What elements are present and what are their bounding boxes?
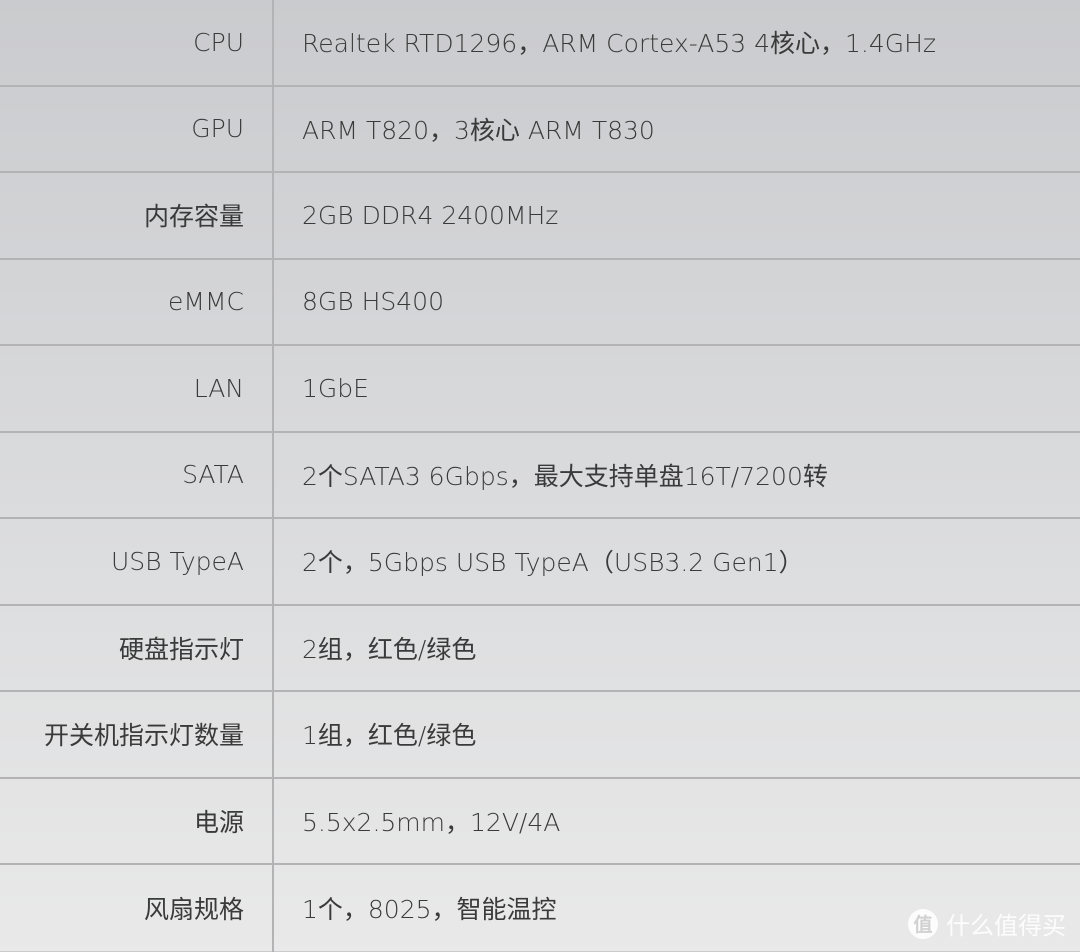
spec-value: 2个SATA3 6Gbps，最大支持单盘16T/7200转 <box>302 461 828 491</box>
spec-label: USB TypeA <box>0 519 274 604</box>
spec-table: CPU Realtek RTD1296，ARM Cortex-A53 4核心，1.… <box>0 0 1080 952</box>
watermark-logo-icon: 值 <box>908 908 938 939</box>
spec-label: eMMC <box>0 259 274 344</box>
table-row: USB TypeA 2个，5Gbps USB TypeA（USB3.2 Gen1） <box>0 519 1080 606</box>
spec-value: 8GB HS400 <box>302 287 444 317</box>
spec-value: 2组，红色/绿色 <box>302 634 477 664</box>
table-row: 开关机指示灯数量 1组，红色/绿色 <box>0 692 1080 779</box>
spec-value: 2GB DDR4 2400MHz <box>302 200 559 230</box>
table-row: eMMC 8GB HS400 <box>0 259 1080 346</box>
spec-value: 2个，5Gbps USB TypeA（USB3.2 Gen1） <box>302 548 804 578</box>
spec-label: LAN <box>0 346 274 431</box>
spec-label: CPU <box>0 0 274 85</box>
spec-label: 风扇规格 <box>0 865 274 952</box>
spec-label: 电源 <box>0 778 274 863</box>
table-row: 内存容量 2GB DDR4 2400MHz <box>0 173 1080 260</box>
spec-value: Realtek RTD1296，ARM Cortex-A53 4核心，1.4GH… <box>302 29 937 59</box>
spec-value: ARM T820，3核心 ARM T830 <box>302 115 655 145</box>
spec-value: 1GbE <box>302 373 369 403</box>
table-row: CPU Realtek RTD1296，ARM Cortex-A53 4核心，1.… <box>0 0 1080 87</box>
spec-value: 5.5x2.5mm，12V/4A <box>302 807 561 837</box>
table-row: 硬盘指示灯 2组，红色/绿色 <box>0 605 1080 692</box>
table-row: 电源 5.5x2.5mm，12V/4A <box>0 778 1080 865</box>
spec-label: 硬盘指示灯 <box>0 605 274 690</box>
spec-label: GPU <box>0 86 274 171</box>
spec-label: 内存容量 <box>0 173 274 258</box>
spec-label: SATA <box>0 432 274 517</box>
table-row: SATA 2个SATA3 6Gbps，最大支持单盘16T/7200转 <box>0 432 1080 519</box>
spec-value: 1组，红色/绿色 <box>302 721 477 751</box>
table-row: GPU ARM T820，3核心 ARM T830 <box>0 86 1080 173</box>
table-row: LAN 1GbE <box>0 346 1080 433</box>
spec-label: 开关机指示灯数量 <box>0 692 274 777</box>
watermark: 值 什么值得买 <box>908 906 1066 941</box>
watermark-text: 什么值得买 <box>946 912 1066 940</box>
